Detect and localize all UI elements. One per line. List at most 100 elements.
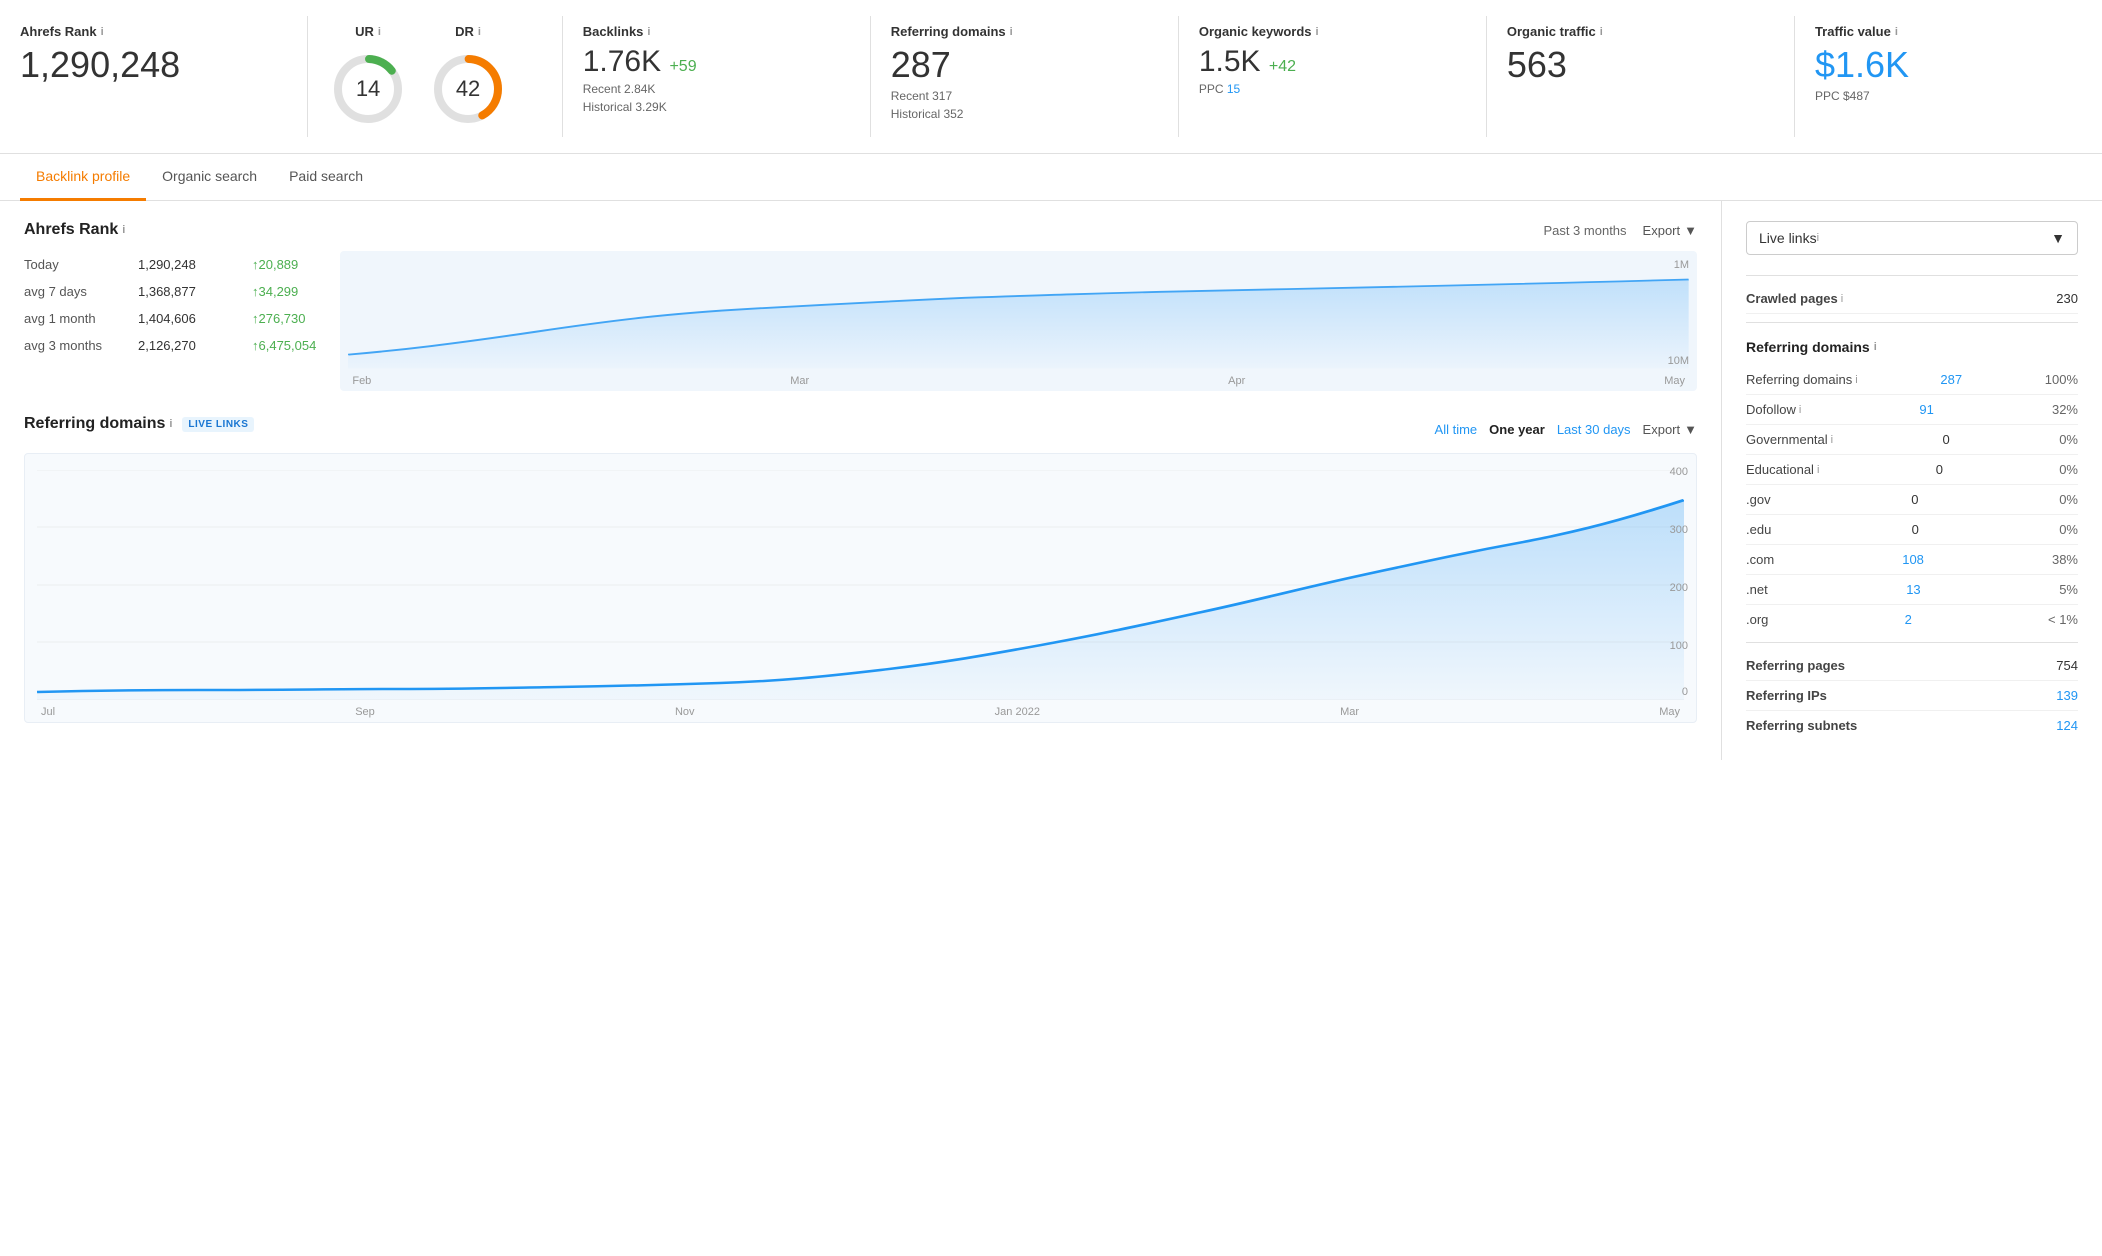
chart-y-100: 100 [1670,640,1688,652]
right-row-org: .org 2 < 1% [1746,605,2078,634]
right-row-governmental: Governmental i 0 0% [1746,425,2078,455]
referring-domains-top-label: Referring domains [891,24,1006,39]
dr-gauge-canvas: 42 [428,49,508,129]
org-value: 2 [1905,612,1912,627]
tab-paid-search[interactable]: Paid search [273,154,379,201]
dofollow-value: 91 [1919,402,1933,417]
filter-last-30[interactable]: Last 30 days [1557,422,1631,437]
right-row-referring-pages: Referring pages 754 [1746,651,2078,681]
ref-domains-row-info[interactable]: i [1855,374,1857,386]
backlinks-label: Backlinks [583,24,644,39]
ur-gauge: UR i 14 [328,24,408,129]
ahrefs-rank-info-icon[interactable]: i [101,26,104,38]
chart-x-mar: Mar [790,375,809,387]
right-row-educational: Educational i 0 0% [1746,455,2078,485]
right-row-com: .com 108 38% [1746,545,2078,575]
traffic-value-label: Traffic value [1815,24,1891,39]
referring-domains-title: Referring domains [24,415,165,433]
backlinks-info-icon[interactable]: i [647,26,650,38]
dofollow-pct: 32% [2052,402,2078,417]
divider-3 [1746,642,2078,643]
right-referring-domains-info[interactable]: i [1874,341,1877,353]
main-content: Ahrefs Rank i Past 3 months Export ▼ Tod… [0,201,2102,760]
organic-keywords-info-icon[interactable]: i [1316,26,1319,38]
governmental-value: 0 [1943,432,1950,447]
filter-all-time[interactable]: All time [1435,422,1478,437]
rank-row-1month: avg 1 month 1,404,606 ↑276,730 [24,305,316,332]
filter-one-year[interactable]: One year [1489,422,1545,437]
educational-pct: 0% [2059,462,2078,477]
ref-chart-x-nov: Nov [675,706,695,718]
ahrefs-rank-section-info-icon[interactable]: i [122,224,125,236]
governmental-pct: 0% [2059,432,2078,447]
backlinks-value: 1.76K +59 [583,45,850,78]
backlinks-recent: Recent 2.84K [583,82,850,96]
educational-value: 0 [1936,462,1943,477]
live-links-dropdown[interactable]: Live links i ▼ [1746,221,2078,255]
chart-y-400: 400 [1670,466,1688,478]
organic-traffic-label: Organic traffic [1507,24,1596,39]
right-bottom-rows: Referring pages 754 Referring IPs 139 Re… [1746,651,2078,740]
chart-y-300: 300 [1670,524,1688,536]
live-links-dropdown-info[interactable]: i [1817,232,1819,244]
ahrefs-rank-export-btn[interactable]: Export ▼ [1643,223,1697,238]
rank-table: Today 1,290,248 ↑20,889 avg 7 days 1,368… [24,251,316,367]
net-pct: 5% [2059,582,2078,597]
backlinks-historical: Historical 3.29K [583,100,850,114]
ur-info-icon[interactable]: i [378,26,381,38]
edu-value: 0 [1912,522,1919,537]
ref-chart-x-may: May [1659,706,1680,718]
rank-row-today: Today 1,290,248 ↑20,889 [24,251,316,278]
right-referring-domains-rows: Referring domains i 287 100% Dofollow i … [1746,365,2078,634]
live-links-dropdown-chevron: ▼ [2051,230,2065,246]
left-panel: Ahrefs Rank i Past 3 months Export ▼ Tod… [0,201,1722,760]
tabs-bar: Backlink profile Organic search Paid sea… [0,154,2102,201]
referring-domains-export-btn[interactable]: Export ▼ [1643,422,1697,437]
organic-traffic-info-icon[interactable]: i [1600,26,1603,38]
crawled-pages-label: Crawled pages [1746,291,1838,306]
ahrefs-rank-label: Ahrefs Rank [20,24,97,39]
organic-keywords-plus: +42 [1269,58,1296,75]
com-value: 108 [1902,552,1924,567]
dr-info-icon[interactable]: i [478,26,481,38]
dr-gauge: DR i 42 [428,24,508,129]
ahrefs-rank-chart-svg [348,263,1689,373]
live-links-dropdown-label: Live links [1759,230,1817,246]
referring-pages-value: 754 [2056,658,2078,673]
referring-domains-header: Referring domains i LIVE LINKS [24,415,254,433]
right-referring-domains-title: Referring domains i [1746,339,2078,355]
metrics-bar: Ahrefs Rank i 1,290,248 UR i 14 DR [0,0,2102,154]
referring-domains-recent: Recent 317 [891,89,1158,103]
time-filters: All time One year Last 30 days Export ▼ [1435,422,1697,437]
gov-value: 0 [1911,492,1918,507]
right-panel: Live links i ▼ Crawled pages i 230 Refer… [1722,201,2102,760]
right-row-gov: .gov 0 0% [1746,485,2078,515]
educational-info[interactable]: i [1817,464,1819,476]
referring-domains-historical: Historical 352 [891,107,1158,121]
referring-subnets-value: 124 [2056,718,2078,733]
ahrefs-rank-chart: 1M 10M Feb Mar [340,251,1697,391]
tab-backlink-profile[interactable]: Backlink profile [20,154,146,201]
crawled-pages-info[interactable]: i [1841,293,1843,305]
dr-label: DR [455,24,474,39]
referring-domains-info-icon[interactable]: i [169,418,172,430]
ref-chart-x-mar: Mar [1340,706,1359,718]
referring-domains-chart: 400 300 200 100 0 [24,453,1697,723]
governmental-info[interactable]: i [1831,434,1833,446]
dr-value: 42 [456,76,480,102]
rank-row-7days: avg 7 days 1,368,877 ↑34,299 [24,278,316,305]
referring-domains-section: Referring domains i LIVE LINKS All time … [24,415,1697,723]
traffic-value-info-icon[interactable]: i [1895,26,1898,38]
right-row-crawled-pages: Crawled pages i 230 [1746,284,2078,314]
right-row-net: .net 13 5% [1746,575,2078,605]
dofollow-info[interactable]: i [1799,404,1801,416]
ahrefs-rank-section-title: Ahrefs Rank [24,221,118,239]
right-row-referring-subnets: Referring subnets 124 [1746,711,2078,740]
rank-row-3months: avg 3 months 2,126,270 ↑6,475,054 [24,332,316,359]
tab-organic-search[interactable]: Organic search [146,154,273,201]
chart-y-10m: 10M [1668,355,1689,367]
right-row-dofollow: Dofollow i 91 32% [1746,395,2078,425]
referring-domains-top-info-icon[interactable]: i [1010,26,1013,38]
organic-traffic-value: 563 [1507,45,1774,85]
chart-y-200: 200 [1670,582,1688,594]
